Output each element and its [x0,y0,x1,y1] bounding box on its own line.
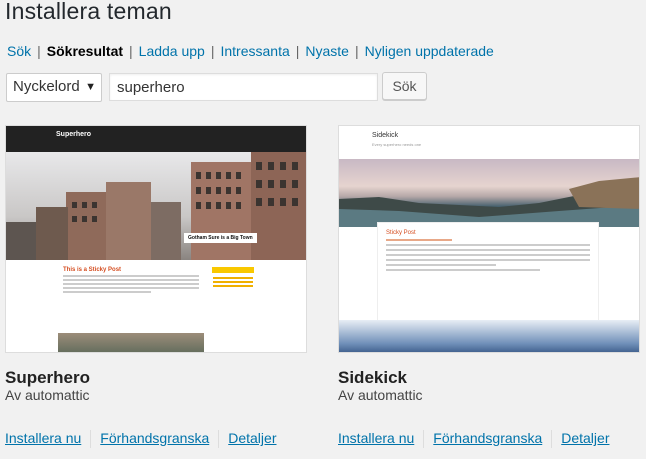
subnav-upload[interactable]: Ladda upp [139,43,205,59]
subnav-separator: | [295,43,300,59]
city-buildings-image [6,152,306,260]
install-link[interactable]: Installera nu [5,430,81,446]
theme-author: Av automattic [338,387,423,403]
mini-site-header: Superhero [6,126,306,152]
subnav-newest[interactable]: Nyaste [305,43,349,59]
install-link[interactable]: Installera nu [338,430,414,446]
text-line [386,269,540,271]
text-line [386,239,452,241]
theme-actions: Installera nu Förhandsgranska Detaljer [5,430,276,449]
subnav-separator: | [210,43,215,59]
mini-site-title: Superhero [56,131,92,138]
action-divider [90,430,92,449]
details-link[interactable]: Detaljer [228,430,276,446]
mini-sticky-post: This is a Sticky Post [58,263,204,333]
search-button[interactable]: Sök [382,72,427,100]
mini-sky-image [339,320,639,352]
action-divider [551,430,553,449]
text-line [386,244,590,246]
text-line [386,264,496,266]
mini-sticky-post: Sticky Post [377,222,599,335]
mini-site-tagline: Every superhero needs one [372,142,422,147]
text-line [63,287,199,289]
preview-link[interactable]: Förhandsgranska [433,430,542,446]
theme-actions: Installera nu Förhandsgranska Detaljer [338,430,609,449]
theme-screenshot[interactable]: Sidekick Every superhero needs one Stick… [338,125,640,353]
text-line [63,279,199,281]
mini-site-header: Sidekick Every superhero needs one [339,126,639,159]
search-type-value: Nyckelord [13,78,80,95]
dropdown-arrow-icon: ▼ [85,81,96,93]
theme-screenshot[interactable]: Superhero Gotham Sure is a Big Town This… [5,125,307,353]
mini-panorama-image [339,159,639,227]
coastline-image [339,177,639,227]
details-link[interactable]: Detaljer [561,430,609,446]
text-line [386,259,590,261]
mini-sidebar [208,263,258,352]
text-line [213,281,253,283]
text-line [63,275,199,277]
mini-post-title: Sticky Post [386,230,416,236]
subnav-search-results[interactable]: Sökresultat [47,43,123,59]
subnav-featured[interactable]: Intressanta [220,43,289,59]
text-line [386,254,590,256]
text-line [63,291,151,293]
theme-name: Sidekick [338,368,407,387]
page-title: Installera teman [5,0,172,24]
mini-post-title: This is a Sticky Post [63,267,122,273]
search-type-select[interactable]: Nyckelord ▼ [6,73,102,102]
mini-banner-caption: Gotham Sure is a Big Town [184,233,257,243]
theme-name: Superhero [5,368,91,387]
text-line [386,249,590,251]
action-divider [218,430,220,449]
action-divider [423,430,425,449]
theme-card-superhero: Superhero Gotham Sure is a Big Town This… [5,125,308,449]
text-line [213,277,253,279]
text-line [63,283,199,285]
subnav-search[interactable]: Sök [7,43,31,59]
filter-subnav: Sök | Sökresultat | Ladda upp | Intressanta | Ny… [7,43,494,59]
subnav-separator: | [37,43,41,59]
mini-banner-image [6,152,306,260]
text-line [213,285,253,287]
mini-search-widget [212,267,254,273]
mini-lower-image [58,333,204,352]
subnav-separator: | [354,43,359,59]
search-input[interactable] [109,73,378,101]
preview-link[interactable]: Förhandsgranska [100,430,209,446]
subnav-recently-updated[interactable]: Nyligen uppdaterade [365,43,494,59]
subnav-separator: | [129,43,133,59]
theme-author: Av automattic [5,387,90,403]
mini-site-title: Sidekick [372,132,399,139]
theme-card-sidekick: Sidekick Every superhero needs one Stick… [338,125,641,449]
